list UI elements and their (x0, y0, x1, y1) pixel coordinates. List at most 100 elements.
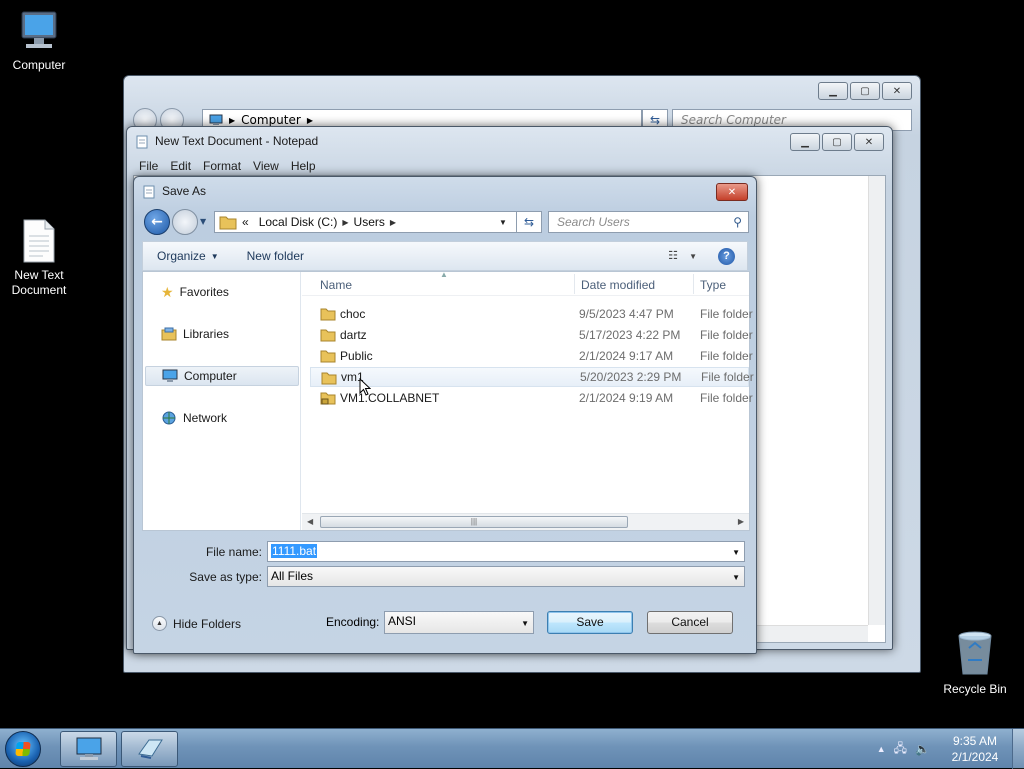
desktop-icon-new-text-document[interactable]: New Text Document (1, 218, 77, 298)
chevron-down-icon: ▼ (210, 251, 219, 261)
save-as-type-label: Save as type: (189, 570, 262, 584)
file-name-input[interactable]: 1111.bat ▼ (267, 541, 745, 562)
chevron-down-icon: ▼ (521, 619, 529, 628)
search-placeholder: Search Users (557, 215, 630, 229)
column-type[interactable]: Type (700, 278, 726, 292)
nav-item-computer[interactable]: Computer (145, 366, 299, 386)
file-row[interactable]: vm1 5/20/2023 2:29 PM File folder (310, 367, 754, 387)
file-date: 5/17/2023 4:22 PM (579, 328, 681, 342)
chevron-right-icon: ▶ (229, 115, 236, 125)
new-folder-button[interactable]: New folder (233, 249, 318, 263)
text-document-icon (23, 219, 55, 263)
column-headers: Name ▲ Date modified Type (302, 270, 749, 296)
notepad-title: New Text Document - Notepad (155, 134, 319, 148)
file-list-horizontal-scrollbar[interactable]: ◀ ||| ▶ (302, 513, 749, 530)
file-name-label: File name: (205, 545, 262, 559)
computer-icon (162, 369, 178, 382)
address-segment-users[interactable]: Users (349, 215, 390, 229)
chevron-down-icon[interactable]: ▼ (732, 548, 740, 557)
refresh-button[interactable]: ⇆ (516, 211, 542, 233)
scrollbar-thumb[interactable]: ||| (320, 516, 628, 528)
save-as-dialog[interactable]: Save As ✕ ← ▼ « Local Disk (C:) ▶ Users … (133, 176, 757, 654)
dialog-footer: ▲ Hide Folders Encoding: ANSI ▼ Save Can… (142, 605, 748, 641)
menu-help[interactable]: Help (285, 157, 322, 175)
close-button[interactable]: ✕ (716, 183, 748, 201)
address-overflow[interactable]: « (237, 215, 254, 229)
chevron-down-icon[interactable]: ▼ (493, 212, 513, 232)
file-date: 9/5/2023 4:47 PM (579, 307, 674, 321)
explorer-caption-buttons: ▁ ▢ ✕ (818, 82, 912, 100)
save-as-type-value: All Files (271, 569, 314, 583)
address-segment-local-disk[interactable]: Local Disk (C:) (254, 215, 343, 229)
command-bar: Organize ▼ New folder ☷ ▼ ? (142, 241, 748, 271)
volume-muted-icon[interactable]: 🔈 (915, 742, 930, 756)
show-desktop-button[interactable] (1012, 729, 1024, 769)
organize-button[interactable]: Organize ▼ (143, 249, 233, 263)
change-view-button[interactable]: ☷ ▼ (668, 249, 697, 262)
close-button[interactable]: ✕ (882, 82, 912, 100)
menu-format[interactable]: Format (197, 157, 247, 175)
encoding-select[interactable]: ANSI ▼ (384, 611, 534, 634)
dialog-caption-buttons: ✕ (716, 183, 748, 201)
nav-item-network[interactable]: Network (145, 408, 299, 428)
nav-item-libraries[interactable]: Libraries (145, 324, 299, 344)
nav-item-label: Computer (184, 369, 237, 383)
file-date: 2/1/2024 9:19 AM (579, 391, 674, 405)
start-button[interactable] (5, 731, 41, 767)
save-button[interactable]: Save (547, 611, 633, 634)
scroll-right-icon[interactable]: ▶ (738, 517, 744, 526)
desktop-icon-label: Recycle Bin (943, 682, 1007, 696)
desktop-icon-label: New Text Document (11, 268, 67, 297)
cancel-button[interactable]: Cancel (647, 611, 733, 634)
recent-locations-dropdown[interactable]: ▼ (200, 217, 206, 226)
taskbar-explorer-button[interactable] (60, 731, 117, 767)
column-name[interactable]: Name (320, 278, 352, 292)
file-row[interactable]: dartz 5/17/2023 4:22 PM File folder (310, 325, 753, 345)
minimize-button[interactable]: ▁ (818, 82, 848, 100)
menu-view[interactable]: View (247, 157, 285, 175)
search-input[interactable]: Search Users ⚲ (548, 211, 749, 233)
file-row[interactable]: Public 2/1/2024 9:17 AM File folder (310, 346, 753, 366)
chevron-right-icon[interactable]: ▶ (390, 218, 396, 227)
computer-icon (76, 737, 101, 760)
forward-button[interactable] (172, 209, 198, 235)
navigation-pane: ★ Favorites Libraries Computer Network (143, 272, 301, 530)
desktop-icon-label: Computer (12, 58, 66, 72)
file-row[interactable]: VM1.COLLABNET 2/1/2024 9:19 AM File fold… (310, 388, 753, 408)
maximize-button[interactable]: ▢ (822, 133, 852, 151)
computer-icon (21, 11, 57, 48)
scroll-left-icon[interactable]: ◀ (307, 517, 313, 526)
file-name: dartz (340, 328, 367, 342)
notepad-vertical-scrollbar[interactable] (868, 176, 885, 625)
file-name: Public (340, 349, 373, 363)
desktop-icon-recycle-bin[interactable]: Recycle Bin (937, 630, 1013, 697)
save-as-type-select[interactable]: All Files ▼ (267, 566, 745, 587)
nav-item-label: Favorites (179, 285, 229, 299)
chevron-down-icon: ▼ (689, 252, 697, 261)
back-button[interactable]: ← (144, 209, 170, 235)
hide-folders-button[interactable]: ▲ Hide Folders (152, 616, 241, 631)
recycle-bin-icon (958, 631, 992, 675)
menu-edit[interactable]: Edit (164, 157, 197, 175)
desktop-icon-computer[interactable]: Computer (1, 10, 77, 73)
nav-item-favorites[interactable]: ★ Favorites (145, 282, 299, 302)
close-button[interactable]: ✕ (854, 133, 884, 151)
arrow-left-icon: ← (151, 214, 163, 230)
taskbar-notepad-button[interactable] (121, 731, 178, 767)
explorer-address-segment[interactable]: Computer (241, 113, 301, 127)
mouse-cursor-icon (359, 378, 371, 396)
menu-file[interactable]: File (133, 157, 164, 175)
notepad-icon (143, 185, 155, 199)
minimize-button[interactable]: ▁ (790, 133, 820, 151)
address-bar[interactable]: « Local Disk (C:) ▶ Users ▶ ▼ (214, 211, 542, 233)
show-hidden-icons-icon[interactable]: ▲ (877, 744, 886, 754)
encoding-label: Encoding: (326, 615, 380, 629)
file-row[interactable]: choc 9/5/2023 4:47 PM File folder (310, 304, 753, 324)
save-fields: File name: 1111.bat ▼ Save as type: All … (142, 533, 748, 591)
help-icon[interactable]: ? (718, 248, 735, 265)
clock[interactable]: 9:35 AM 2/1/2024 (938, 733, 1012, 765)
column-date-modified[interactable]: Date modified (581, 278, 655, 292)
folder-icon (321, 372, 337, 385)
network-status-icon[interactable]: 🖧 (894, 739, 907, 760)
maximize-button[interactable]: ▢ (850, 82, 880, 100)
